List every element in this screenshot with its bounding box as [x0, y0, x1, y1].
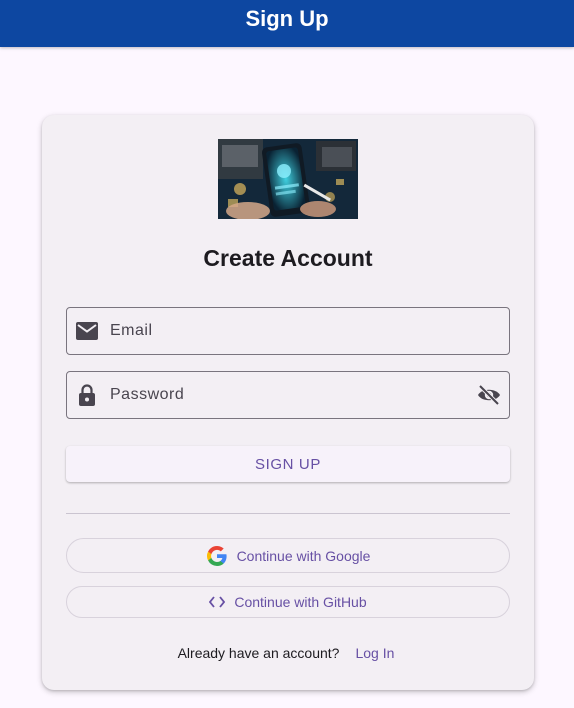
email-input[interactable] [110, 308, 509, 354]
github-button-label: Continue with GitHub [234, 594, 367, 610]
app-bar: Sign Up [0, 0, 574, 47]
login-link[interactable]: Log In [351, 641, 398, 665]
password-input[interactable] [110, 372, 469, 418]
mail-icon [76, 320, 98, 342]
google-icon [206, 545, 228, 567]
login-prompt: Already have an account? Log In [42, 641, 534, 665]
signup-card: Create Account Email SIGN UP Continue wi… [42, 115, 534, 690]
code-icon [209, 596, 226, 608]
divider [66, 513, 510, 514]
login-prompt-text: Already have an account? [177, 645, 340, 661]
email-field[interactable] [66, 307, 510, 355]
lock-icon [76, 384, 98, 406]
signup-button[interactable]: SIGN UP [66, 446, 510, 482]
phone-illustration-icon [218, 139, 358, 219]
app-bar-title: Sign Up [245, 6, 329, 31]
continue-with-github-button[interactable]: Continue with GitHub [66, 586, 510, 618]
google-button-label: Continue with Google [236, 547, 371, 564]
create-account-title: Create Account [203, 245, 373, 271]
hero-image [218, 139, 358, 219]
visibility-off-icon[interactable] [477, 383, 501, 407]
continue-with-google-button[interactable]: Continue with Google [66, 538, 510, 573]
password-field[interactable] [66, 371, 510, 419]
